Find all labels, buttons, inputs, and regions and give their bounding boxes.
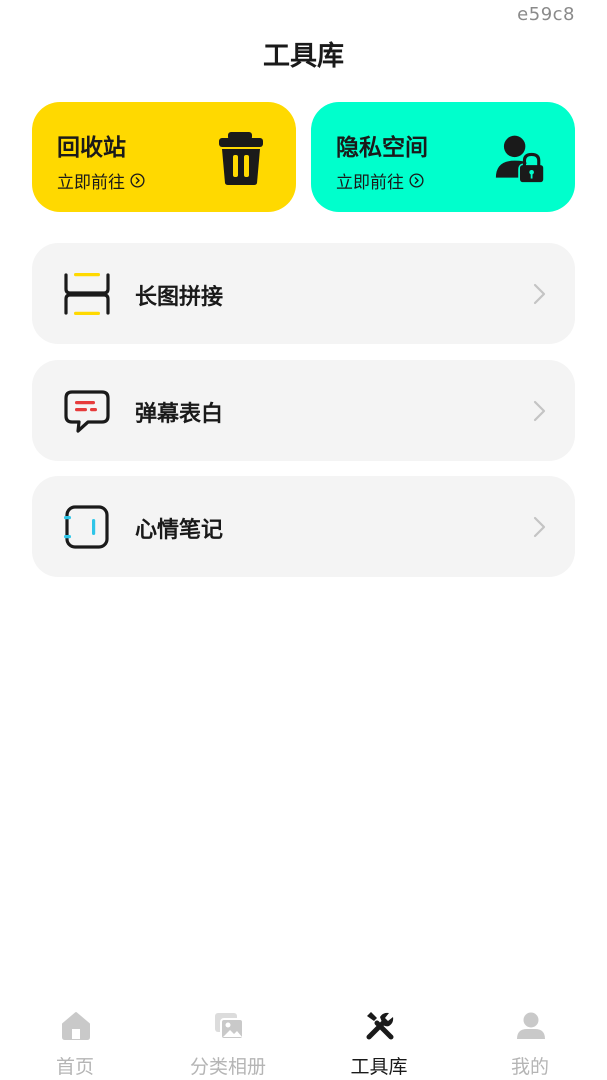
album-icon xyxy=(215,1013,244,1040)
tool-label-danmu: 弹幕表白 xyxy=(135,402,224,427)
chat-bubble-icon xyxy=(64,390,110,433)
private-space-go-label: 立即前往 xyxy=(336,173,404,193)
tab-album[interactable]: 分类相册 xyxy=(168,1002,288,1080)
private-space-card[interactable]: 隐私空间 立即前往 xyxy=(311,102,575,212)
tool-row-long-image[interactable]: 长图拼接 xyxy=(32,243,575,344)
private-space-title: 隐私空间 xyxy=(336,135,428,161)
tab-home[interactable]: 首页 xyxy=(15,1002,135,1080)
trash-icon xyxy=(219,132,263,185)
tab-label-album: 分类相册 xyxy=(189,1056,266,1078)
note-icon xyxy=(64,505,109,549)
page-title: 工具库 xyxy=(263,41,344,72)
home-icon xyxy=(62,1012,90,1040)
corner-code: e59c8 xyxy=(517,4,575,25)
tab-mine[interactable]: 我的 xyxy=(470,1002,590,1080)
long-image-stitch-icon xyxy=(64,273,110,315)
tab-label-tools: 工具库 xyxy=(350,1056,408,1078)
profile-icon xyxy=(517,1012,545,1039)
bottom-tab-bar: 首页 分类相册 工具库 我的 xyxy=(0,1002,607,1080)
tool-label-long-image: 长图拼接 xyxy=(135,285,224,310)
tab-label-home: 首页 xyxy=(55,1056,94,1078)
tab-tools[interactable]: 工具库 xyxy=(319,1002,439,1080)
recycle-bin-go-link[interactable]: 立即前往 xyxy=(57,168,145,193)
tools-icon xyxy=(366,1012,394,1040)
chevron-right-icon xyxy=(533,283,546,305)
arrow-circle-icon xyxy=(130,173,145,188)
chevron-right-icon xyxy=(533,400,546,422)
recycle-bin-go-label: 立即前往 xyxy=(57,173,125,193)
tool-label-mood-note: 心情笔记 xyxy=(135,518,224,543)
tab-label-mine: 我的 xyxy=(510,1056,549,1078)
recycle-bin-title: 回收站 xyxy=(57,135,126,161)
private-space-go-link[interactable]: 立即前往 xyxy=(336,168,424,193)
tool-row-mood-note[interactable]: 心情笔记 xyxy=(32,476,575,577)
chevron-right-icon xyxy=(533,516,546,538)
arrow-circle-icon xyxy=(409,173,424,188)
user-lock-icon xyxy=(495,135,544,183)
tool-row-danmu[interactable]: 弹幕表白 xyxy=(32,360,575,461)
recycle-bin-card[interactable]: 回收站 立即前往 xyxy=(32,102,296,212)
